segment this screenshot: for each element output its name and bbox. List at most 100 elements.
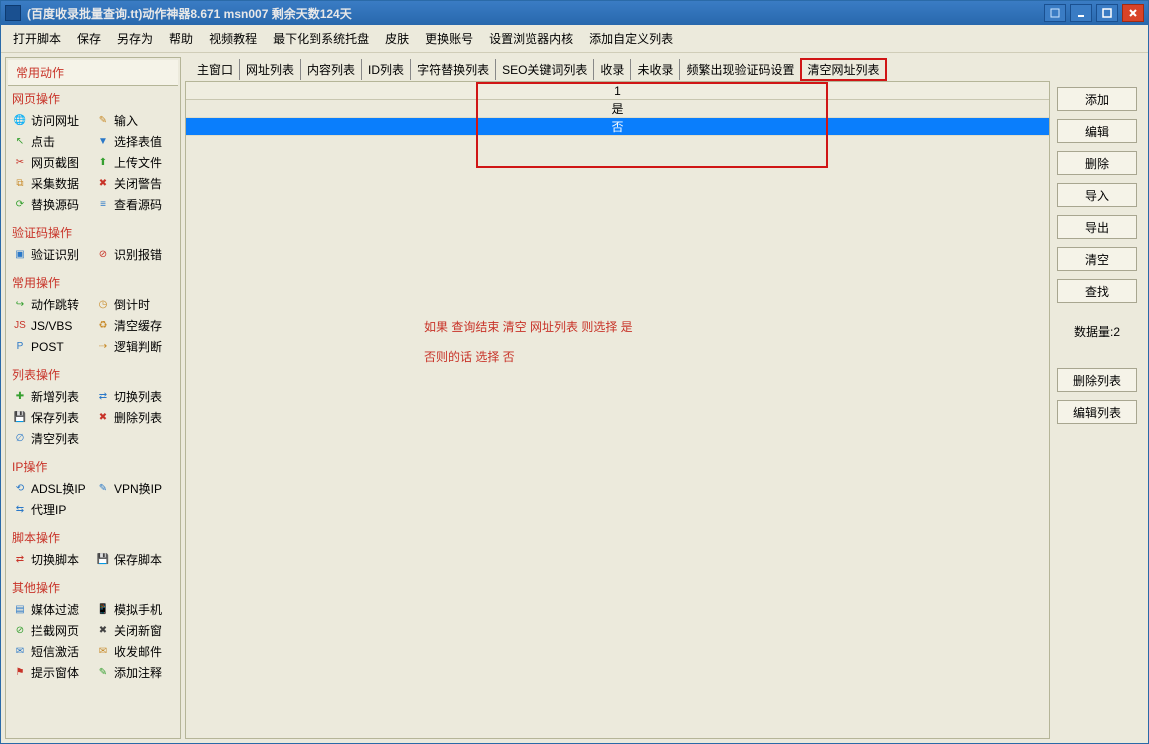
minimize-button[interactable] xyxy=(1070,4,1092,22)
action-alert[interactable]: ⚑提示窗体 xyxy=(12,663,91,682)
action-html[interactable]: ≡查看源码 xyxy=(95,195,174,214)
table-header[interactable]: 1 xyxy=(186,82,1049,100)
action-label: JS/VBS xyxy=(31,319,72,333)
action-save-script[interactable]: 💾保存脚本 xyxy=(95,550,174,569)
action-adsl[interactable]: ⟲ADSL换IP xyxy=(12,479,91,498)
right-button2-0[interactable]: 删除列表 xyxy=(1057,368,1137,392)
action-error[interactable]: ⊘识别报错 xyxy=(95,245,174,264)
action-label: 验证识别 xyxy=(31,246,79,263)
sms-icon: ✉ xyxy=(12,644,28,660)
menu-item-7[interactable]: 更换账号 xyxy=(421,28,477,49)
action-proxy[interactable]: ⇆代理IP xyxy=(12,500,91,519)
right-button2-1[interactable]: 编辑列表 xyxy=(1057,400,1137,424)
action-close-window[interactable]: ✖关闭新窗 xyxy=(95,621,174,640)
action-warn[interactable]: ✖关闭警告 xyxy=(95,174,174,193)
action-media[interactable]: ▤媒体过滤 xyxy=(12,600,91,619)
right-button-6[interactable]: 查找 xyxy=(1057,279,1137,303)
alert-icon: ⚑ xyxy=(12,665,28,681)
action-note[interactable]: ✎添加注释 xyxy=(95,663,174,682)
action-label: 收发邮件 xyxy=(114,643,162,660)
tab-6[interactable]: 收录 xyxy=(594,59,631,80)
action-globe[interactable]: 🌐访问网址 xyxy=(12,111,91,130)
action-logic[interactable]: ⇢逻辑判断 xyxy=(95,337,174,356)
menu-item-5[interactable]: 最下化到系统托盘 xyxy=(269,28,373,49)
action-captcha[interactable]: ▣验证识别 xyxy=(12,245,91,264)
help-text-line-2: 否则的话 选择 否 xyxy=(424,342,633,372)
close-window-icon: ✖ xyxy=(95,623,111,639)
action-label: 保存脚本 xyxy=(114,551,162,568)
action-new-list[interactable]: ✚新增列表 xyxy=(12,387,91,406)
action-label: 添加注释 xyxy=(114,664,162,681)
action-pen[interactable]: ✎输入 xyxy=(95,111,174,130)
menu-item-9[interactable]: 添加自定义列表 xyxy=(585,28,677,49)
section-header-2: 常用操作 xyxy=(8,270,178,293)
right-toolbar: 添加编辑删除导入导出清空查找 数据量:2 删除列表编辑列表 xyxy=(1050,81,1144,739)
action-phone[interactable]: 📱模拟手机 xyxy=(95,600,174,619)
action-clear-list[interactable]: ∅清空列表 xyxy=(12,429,91,448)
right-button-0[interactable]: 添加 xyxy=(1057,87,1137,111)
menu-item-0[interactable]: 打开脚本 xyxy=(9,28,65,49)
right-button-4[interactable]: 导出 xyxy=(1057,215,1137,239)
delete-list-icon: ✖ xyxy=(95,410,111,426)
action-select[interactable]: ▼选择表值 xyxy=(95,132,174,151)
close-button[interactable] xyxy=(1122,4,1144,22)
action-click[interactable]: ↖点击 xyxy=(12,132,91,151)
action-label: POST xyxy=(31,340,64,354)
tab-5[interactable]: SEO关键词列表 xyxy=(496,59,594,80)
action-cache[interactable]: ♻清空缓存 xyxy=(95,316,174,335)
action-gather[interactable]: ⧉采集数据 xyxy=(12,174,91,193)
menu-item-2[interactable]: 另存为 xyxy=(113,28,157,49)
right-button-5[interactable]: 清空 xyxy=(1057,247,1137,271)
tab-2[interactable]: 内容列表 xyxy=(301,59,362,80)
action-clock[interactable]: ◷倒计时 xyxy=(95,295,174,314)
tab-7[interactable]: 未收录 xyxy=(631,59,680,80)
tab-8[interactable]: 频繁出现验证码设置 xyxy=(680,59,801,80)
action-upload[interactable]: ⬆上传文件 xyxy=(95,153,174,172)
action-delete-list[interactable]: ✖删除列表 xyxy=(95,408,174,427)
tab-0[interactable]: 主窗口 xyxy=(191,59,240,80)
action-label: 访问网址 xyxy=(31,112,79,129)
menu-item-6[interactable]: 皮肤 xyxy=(381,28,413,49)
sidebar: 常用动作 网页操作🌐访问网址✎输入↖点击▼选择表值✂网页截图⬆上传文件⧉采集数据… xyxy=(5,57,181,739)
error-icon: ⊘ xyxy=(95,247,111,263)
action-vpn[interactable]: ✎VPN换IP xyxy=(95,479,174,498)
action-scissors[interactable]: ✂网页截图 xyxy=(12,153,91,172)
action-switch-script[interactable]: ⇄切换脚本 xyxy=(12,550,91,569)
phone-icon: 📱 xyxy=(95,602,111,618)
action-post[interactable]: PPOST xyxy=(12,337,91,356)
action-switch-list[interactable]: ⇄切换列表 xyxy=(95,387,174,406)
menu-item-1[interactable]: 保存 xyxy=(73,28,105,49)
warn-icon: ✖ xyxy=(95,176,111,192)
action-label: VPN换IP xyxy=(114,480,162,497)
action-label: 点击 xyxy=(31,133,55,150)
menu-item-3[interactable]: 帮助 xyxy=(165,28,197,49)
action-block[interactable]: ⊘拦截网页 xyxy=(12,621,91,640)
js-icon: JS xyxy=(12,318,28,334)
right-button-3[interactable]: 导入 xyxy=(1057,183,1137,207)
menu-item-8[interactable]: 设置浏览器内核 xyxy=(485,28,577,49)
maximize-button[interactable] xyxy=(1096,4,1118,22)
tab-3[interactable]: ID列表 xyxy=(362,59,411,80)
extra-titlebar-button[interactable] xyxy=(1044,4,1066,22)
menubar: 打开脚本保存另存为帮助视频教程最下化到系统托盘皮肤更换账号设置浏览器内核添加自定… xyxy=(1,25,1148,53)
action-jump[interactable]: ↪动作跳转 xyxy=(12,295,91,314)
tab-1[interactable]: 网址列表 xyxy=(240,59,301,80)
action-code[interactable]: ⟳替换源码 xyxy=(12,195,91,214)
switch-script-icon: ⇄ xyxy=(12,552,28,568)
table-row[interactable]: 否 xyxy=(186,118,1049,136)
tab-4[interactable]: 字符替换列表 xyxy=(411,59,496,80)
adsl-icon: ⟲ xyxy=(12,481,28,497)
menu-item-4[interactable]: 视频教程 xyxy=(205,28,261,49)
help-text: 如果 查询结束 清空 网址列表 则选择 是 否则的话 选择 否 xyxy=(424,312,633,372)
sidebar-tab[interactable]: 常用动作 xyxy=(8,60,178,86)
action-save-list[interactable]: 💾保存列表 xyxy=(12,408,91,427)
action-sms[interactable]: ✉短信激活 xyxy=(12,642,91,661)
clear-list-icon: ∅ xyxy=(12,431,28,447)
table-row[interactable]: 是 xyxy=(186,100,1049,118)
right-button-2[interactable]: 删除 xyxy=(1057,151,1137,175)
tab-9[interactable]: 清空网址列表 xyxy=(801,59,886,80)
action-label: 网页截图 xyxy=(31,154,79,171)
action-js[interactable]: JSJS/VBS xyxy=(12,316,91,335)
action-mail[interactable]: ✉收发邮件 xyxy=(95,642,174,661)
right-button-1[interactable]: 编辑 xyxy=(1057,119,1137,143)
